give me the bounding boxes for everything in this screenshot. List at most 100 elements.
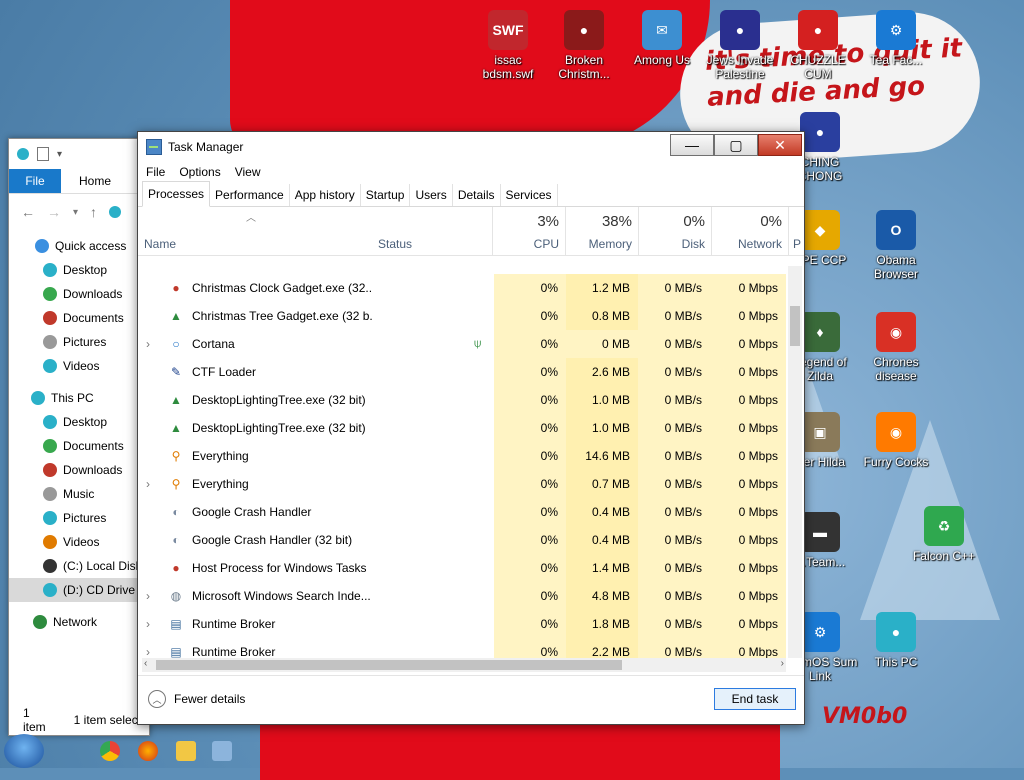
desktop-icon[interactable]: ● Jews Invade Palestine [702, 10, 778, 81]
back-arrow-icon[interactable]: ← [21, 204, 35, 220]
nav-quick-item[interactable]: Documents [9, 306, 149, 330]
nav-quick-access[interactable]: Quick access [9, 234, 149, 258]
process-row[interactable]: ◐ Google Crash Handler 0% 0.4 MB 0 MB/s 0 Mbp… [138, 498, 788, 526]
expand-chevron-icon[interactable]: › [146, 477, 160, 491]
network-value: 0 Mbps [710, 470, 786, 498]
desktop-icon[interactable]: ● CHUZZLE CUM [780, 10, 856, 81]
column-cpu[interactable]: 3% CPU [492, 207, 565, 255]
desktop-icon[interactable]: ◉ Chrones disease [858, 312, 934, 383]
tab-services[interactable]: Services [501, 184, 558, 206]
process-row[interactable]: › ▤ Runtime Broker 0% 1.8 MB 0 MB/s 0 Mbps [138, 610, 788, 638]
tab-app-history[interactable]: App history [290, 184, 361, 206]
tab-users[interactable]: Users [410, 184, 453, 206]
nav-quick-item[interactable]: Downloads [9, 282, 149, 306]
minimize-button[interactable]: — [670, 134, 714, 156]
ribbon-file-tab[interactable]: File [9, 169, 61, 193]
nav-network[interactable]: Network [9, 610, 149, 634]
process-row[interactable]: ▲ DesktopLightingTree.exe (32 bit) 0% 1.0 M… [138, 386, 788, 414]
nav-this-pc[interactable]: This PC [9, 386, 149, 410]
expand-chevron-icon[interactable]: › [146, 589, 160, 603]
nav-pc-item[interactable]: Documents [9, 434, 149, 458]
memory-value: 1.0 MB [566, 386, 638, 414]
scroll-left-icon[interactable]: ‹ [144, 658, 147, 669]
nav-pc-item[interactable]: (C:) Local Disk [9, 554, 149, 578]
desktop-icon[interactable]: ⚙ Tea Fac... [858, 10, 934, 67]
nav-pc-item[interactable]: Desktop [9, 410, 149, 434]
column-memory[interactable]: 38% Memory [565, 207, 638, 255]
process-row[interactable]: ● Host Process for Windows Tasks 0% 1.4 MB 0… [138, 554, 788, 582]
process-row[interactable]: ▲ Christmas Tree Gadget.exe (32 b... 0% 0.8… [138, 302, 788, 330]
explorer-titlebar[interactable]: ▾ [9, 139, 149, 169]
forward-arrow-icon[interactable]: → [47, 204, 61, 220]
end-task-button[interactable]: End task [714, 688, 796, 710]
process-row[interactable]: › ◍ Microsoft Windows Search Inde... 0% 4.8 … [138, 582, 788, 610]
expand-chevron-icon[interactable]: › [146, 645, 160, 658]
task-manager-titlebar[interactable]: Task Manager — ▢ ✕ [138, 132, 804, 162]
process-row[interactable]: › ⚲ Everything 0% 0.7 MB 0 MB/s 0 Mbps [138, 470, 788, 498]
fewer-details-button[interactable]: ︿ Fewer details [148, 690, 245, 708]
network-value: 0 Mbps [710, 554, 786, 582]
tab-details[interactable]: Details [453, 184, 501, 206]
process-row[interactable]: › ○ Cortana ⍦ 0% 0 MB 0 MB/s 0 Mbps [138, 330, 788, 358]
process-row[interactable]: ⚲ Everything 0% 14.6 MB 0 MB/s 0 Mbps [138, 442, 788, 470]
recent-dropdown-icon[interactable]: ▾ [73, 207, 78, 218]
disk-value: 0 MB/s [638, 274, 710, 302]
tab-performance[interactable]: Performance [210, 184, 290, 206]
nav-quick-item[interactable]: Desktop [9, 258, 149, 282]
tab-processes[interactable]: Processes [142, 181, 211, 207]
column-name[interactable]: ︿ Name [138, 207, 372, 255]
vertical-scrollbar[interactable] [788, 266, 802, 658]
cpu-value: 0% [494, 358, 566, 386]
process-row[interactable]: ◐ Google Crash Handler (32 bit) 0% 0.4 MB 0 … [138, 526, 788, 554]
menu-view[interactable]: View [235, 165, 261, 179]
process-row[interactable]: ✎ CTF Loader 0% 2.6 MB 0 MB/s 0 Mbps [138, 358, 788, 386]
desktop-icon[interactable]: ♻ Falcon C++ [906, 506, 982, 563]
column-power-partial[interactable]: P [788, 207, 803, 255]
desktop-icon[interactable]: ● This PC [858, 612, 934, 669]
scroll-right-icon[interactable]: › [781, 658, 784, 669]
column-status[interactable]: Status [372, 207, 492, 255]
process-row[interactable]: › ▤ Runtime Broker 0% 2.2 MB 0 MB/s 0 Mbps [138, 638, 788, 658]
process-row[interactable]: ● Christmas Clock Gadget.exe (32... 0% 1.2 … [138, 274, 788, 302]
desktop-icon[interactable]: O Obama Browser [858, 210, 934, 281]
expand-chevron-icon[interactable]: › [146, 337, 160, 351]
ribbon-home-tab[interactable]: Home [61, 169, 111, 193]
desktop-icon-image: ⚙ [800, 612, 840, 652]
nav-pc-item[interactable]: (D:) CD Drive [9, 578, 149, 602]
task-manager-taskbar-icon[interactable] [212, 741, 232, 761]
tab-startup[interactable]: Startup [361, 184, 411, 206]
expand-chevron-icon[interactable]: › [146, 617, 160, 631]
nav-pc-item[interactable]: Pictures [9, 506, 149, 530]
menu-file[interactable]: File [146, 165, 165, 179]
desktop-icon[interactable]: SWF issac bdsm.swf [470, 10, 546, 81]
task-manager-window[interactable]: Task Manager — ▢ ✕ File Options View Pro… [137, 131, 805, 725]
network-value: 0 Mbps [710, 526, 786, 554]
nav-pc-item[interactable]: Videos [9, 530, 149, 554]
start-button[interactable] [4, 734, 44, 768]
file-explorer-window[interactable]: ▾ File Home ← → ▾ ↑ Quick access Desktop D… [8, 138, 150, 736]
nav-quick-item[interactable]: Pictures [9, 330, 149, 354]
desktop-icon[interactable]: ✉ Among Us [624, 10, 700, 67]
dropdown-icon[interactable]: ▾ [57, 149, 62, 160]
column-network[interactable]: 0% Network [711, 207, 788, 255]
menu-options[interactable]: Options [179, 165, 220, 179]
quick-access-toolbar-icon[interactable] [37, 147, 49, 161]
vertical-scroll-thumb[interactable] [790, 306, 800, 346]
nav-pc-item[interactable]: Music [9, 482, 149, 506]
desktop-icon-label: issac bdsm.swf [482, 53, 534, 81]
nav-pc-item[interactable]: Downloads [9, 458, 149, 482]
desktop-icon[interactable]: ● Broken Christm... [546, 10, 622, 81]
column-disk[interactable]: 0% Disk [638, 207, 711, 255]
firefox-taskbar-icon[interactable] [138, 741, 158, 761]
file-explorer-taskbar-icon[interactable] [176, 741, 196, 761]
up-arrow-icon[interactable]: ↑ [90, 204, 97, 220]
maximize-button[interactable]: ▢ [714, 134, 758, 156]
horizontal-scrollbar[interactable]: ‹ › [142, 658, 786, 672]
close-button[interactable]: ✕ [758, 134, 802, 156]
process-row[interactable]: ▲ DesktopLightingTree.exe (32 bit) 0% 1.0 M… [138, 414, 788, 442]
nav-quick-item[interactable]: Videos [9, 354, 149, 378]
desktop-icon[interactable]: ◉ Furry Cocks [858, 412, 934, 469]
chrome-taskbar-icon[interactable] [100, 741, 120, 761]
horizontal-scroll-thumb[interactable] [156, 660, 622, 670]
folder-icon [31, 391, 45, 405]
